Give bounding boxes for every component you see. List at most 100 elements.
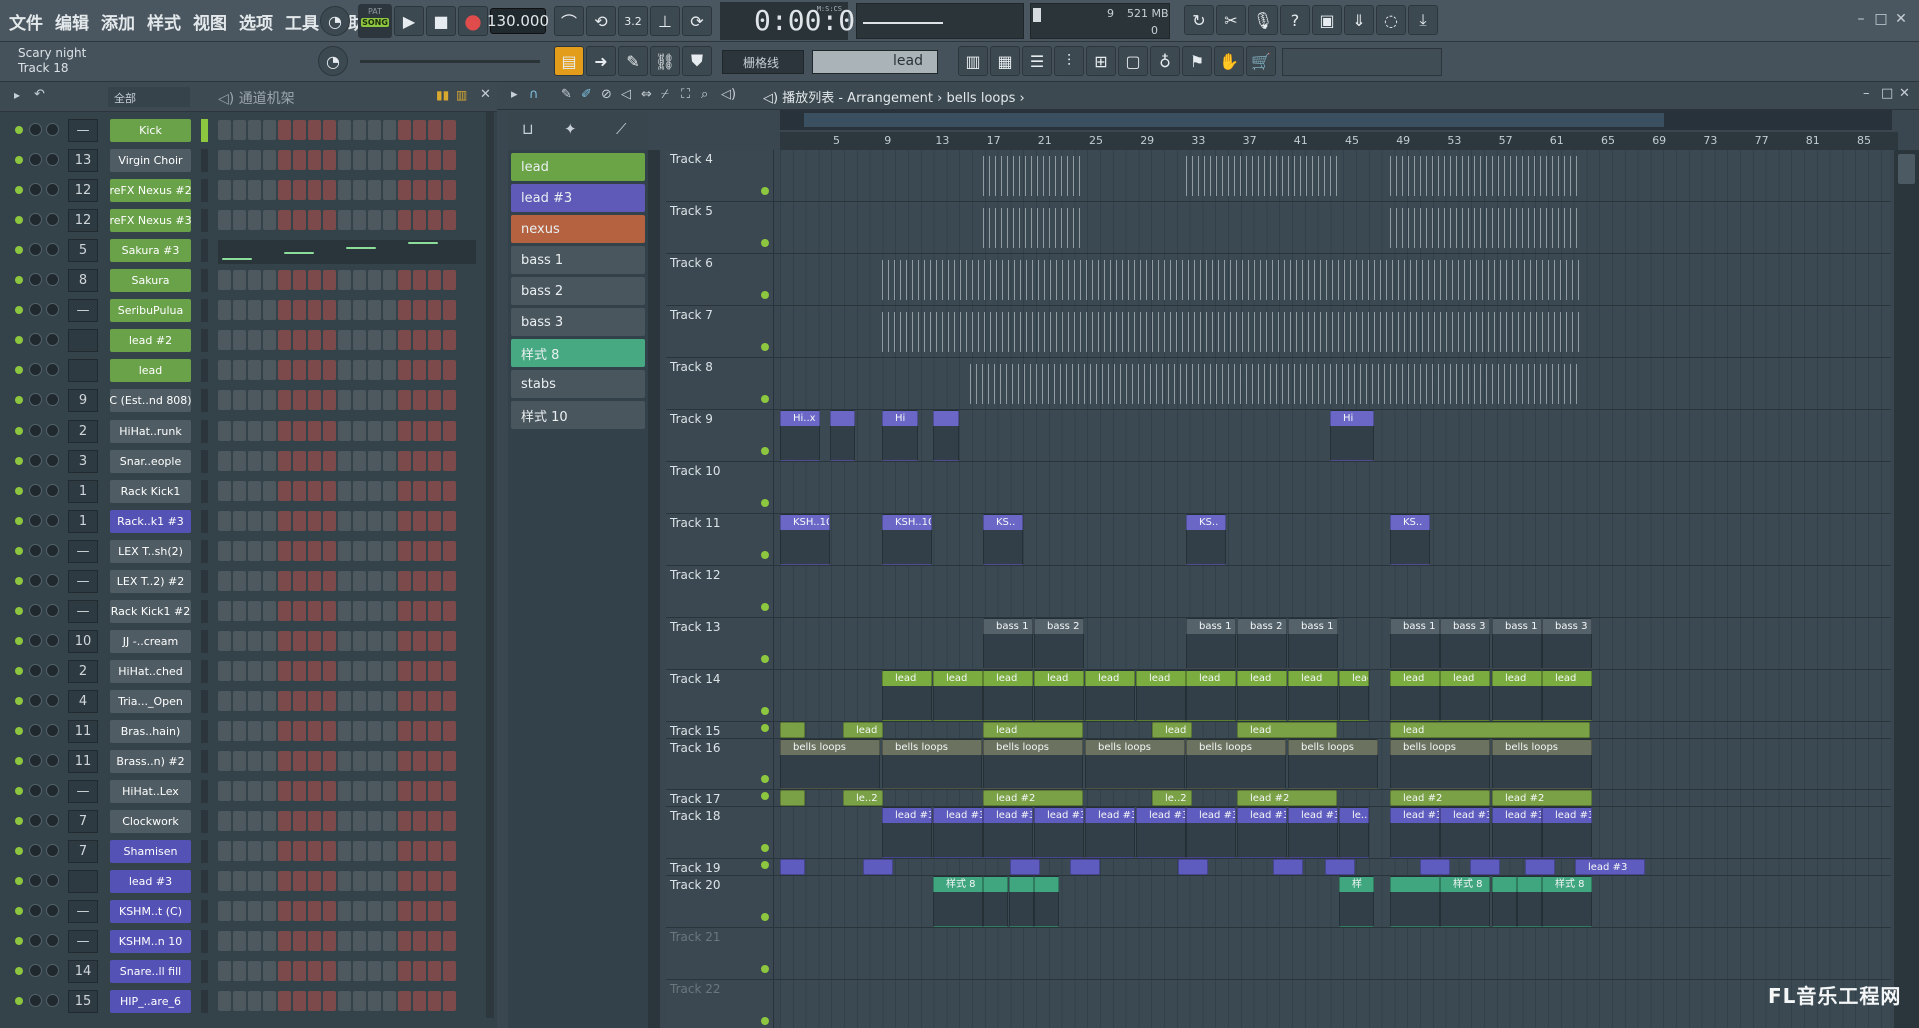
channel-mute-led[interactable] xyxy=(15,486,23,495)
track-lane[interactable]: leadleadleadleadleadleadleadleadleadlead… xyxy=(780,670,1890,721)
zoom-tool-icon[interactable]: ⌕ xyxy=(701,87,708,102)
step-sequencer-row[interactable] xyxy=(218,781,456,802)
playlist-maximize-icon[interactable]: □ xyxy=(1881,86,1893,101)
channel-volume-knob[interactable] xyxy=(29,633,42,647)
channel-name-button[interactable]: Virgin Choir xyxy=(110,149,191,173)
playlist-clip[interactable]: lead #3 xyxy=(1186,807,1236,858)
channel-volume-knob[interactable] xyxy=(29,153,42,167)
playlist-track[interactable]: Track 11 KSH..10 KSH..10 KS.. KS.. KS.. xyxy=(666,514,1891,566)
channel-pan-knob[interactable] xyxy=(46,303,59,317)
track-header[interactable]: Track 19 xyxy=(666,859,774,875)
playlist-clip[interactable] xyxy=(983,876,1008,927)
playlist-vertical-scrollbar[interactable] xyxy=(1894,150,1919,1028)
channel-volume-knob[interactable] xyxy=(29,724,42,737)
channel-mute-led[interactable] xyxy=(15,366,23,375)
pattern-item[interactable]: 样式 8 xyxy=(511,339,645,367)
channel-mixer-track[interactable]: — xyxy=(68,569,98,593)
channel-mute-led[interactable] xyxy=(15,877,23,886)
channel-volume-knob[interactable] xyxy=(29,423,42,437)
channel-row[interactable]: 11 Bras..hain) xyxy=(0,716,478,746)
playlist-clip[interactable]: bells loops xyxy=(1085,739,1185,789)
rack-close-icon[interactable]: ✕ xyxy=(480,87,491,102)
playlist-clip[interactable] xyxy=(1034,876,1059,927)
playlist-clip[interactable]: le..2 xyxy=(843,790,883,806)
channel-name-button[interactable]: JJ -..cream xyxy=(110,629,191,653)
playlist-clip[interactable]: bells loops xyxy=(882,739,982,789)
track-header[interactable]: Track 14 xyxy=(666,670,774,721)
playlist-track[interactable]: Track 21 xyxy=(666,928,1891,980)
channel-name-button[interactable]: HIP_..are_6 xyxy=(110,990,191,1014)
channel-pan-knob[interactable] xyxy=(46,393,59,407)
channel-volume-knob[interactable] xyxy=(29,213,42,227)
track-enable-led[interactable] xyxy=(761,291,769,299)
track-lane[interactable] xyxy=(780,566,1890,617)
track-header[interactable]: Track 22 xyxy=(666,980,774,1028)
menu-item-5[interactable]: 选项 xyxy=(236,9,276,34)
channel-pan-knob[interactable] xyxy=(46,273,59,287)
channel-name-button[interactable]: Bras..hain) xyxy=(110,720,191,743)
channel-mute-led[interactable] xyxy=(15,997,23,1006)
channel-row[interactable]: 12 reFX Nexus #2 xyxy=(0,175,478,205)
pattern-item[interactable]: lead #3 xyxy=(511,184,645,212)
channel-mixer-track[interactable]: 1 xyxy=(68,509,98,533)
channel-row[interactable]: 7 Clockwork xyxy=(0,806,478,836)
channel-mute-led[interactable] xyxy=(15,516,23,525)
channel-select-indicator[interactable] xyxy=(201,810,208,834)
channel-name-button[interactable]: Shamisen xyxy=(110,840,191,864)
playlist-clip[interactable] xyxy=(1010,859,1040,875)
download-icon[interactable]: ⤓ xyxy=(1408,5,1438,35)
step-sequencer-row[interactable] xyxy=(218,871,456,892)
playlist-clip[interactable]: bells loops xyxy=(780,739,880,789)
playlist-clip[interactable]: bells loops xyxy=(1186,739,1286,789)
track-enable-led[interactable] xyxy=(761,775,769,783)
channel-row[interactable]: 9 C (Est..nd 808) xyxy=(0,385,478,415)
playlist-clip[interactable] xyxy=(1009,876,1034,927)
channel-name-button[interactable]: lead xyxy=(110,359,191,383)
channel-volume-knob[interactable] xyxy=(29,363,42,377)
playlist-clip[interactable]: 样式 8 xyxy=(933,876,983,927)
playlist-track[interactable]: Track 4 xyxy=(666,150,1891,202)
playlist-clip[interactable]: bass 1 xyxy=(1186,618,1236,669)
channel-mixer-track[interactable]: 10 xyxy=(68,629,98,653)
channel-pan-knob[interactable] xyxy=(46,844,59,858)
step-sequencer-row[interactable] xyxy=(218,180,456,201)
channel-pan-knob[interactable] xyxy=(46,934,59,948)
channel-name-button[interactable]: Rack Kick1 #2 xyxy=(110,599,191,623)
track-header[interactable]: Track 6 xyxy=(666,254,774,305)
channel-row[interactable]: 13 Virgin Choir xyxy=(0,145,478,175)
track-header[interactable]: Track 13 xyxy=(666,618,774,669)
channel-row[interactable]: 5 Sakura #3 xyxy=(0,235,478,265)
rack-undo-icon[interactable]: ↶ xyxy=(34,87,45,102)
track-header[interactable]: Track 12 xyxy=(666,566,774,617)
playlist-clip[interactable] xyxy=(1420,859,1450,875)
channel-mixer-track[interactable]: 1 xyxy=(68,479,98,503)
channel-select-indicator[interactable] xyxy=(201,419,208,443)
rack-scrollbar[interactable] xyxy=(486,112,494,1018)
channel-mixer-track[interactable]: 13 xyxy=(68,149,98,173)
channel-select-indicator[interactable] xyxy=(201,750,208,774)
track-header[interactable]: Track 7 xyxy=(666,306,774,357)
channel-mute-led[interactable] xyxy=(15,636,23,645)
track-lane[interactable] xyxy=(780,254,1890,305)
pat-song-toggle[interactable]: PAT SONG xyxy=(358,4,392,38)
channel-mute-led[interactable] xyxy=(15,186,23,195)
track-lane[interactable] xyxy=(780,462,1890,513)
track-header[interactable]: Track 10 xyxy=(666,462,774,513)
track-lane[interactable] xyxy=(780,980,1890,1028)
playlist-track[interactable]: Track 17 le..2 lead #2 le..2 lead #2 lead #2 l… xyxy=(666,790,1891,807)
channel-row[interactable]: — HiHat..Lex xyxy=(0,776,478,806)
metronome-icon[interactable]: ⌒ xyxy=(554,6,584,36)
channel-volume-knob[interactable] xyxy=(29,934,42,948)
playlist-minimize-icon[interactable]: – xyxy=(1863,86,1870,101)
channel-select-indicator[interactable] xyxy=(201,930,208,954)
channel-mute-led[interactable] xyxy=(15,126,23,134)
track-lane[interactable]: 样式 8 样 样式 8 样式 8 xyxy=(780,876,1890,927)
pattern-item[interactable]: lead xyxy=(511,153,645,181)
shop-icon[interactable]: 🛒 xyxy=(1246,46,1276,76)
mixer-icon[interactable]: ⫶ xyxy=(1054,46,1084,76)
playlist-clip[interactable]: lead xyxy=(1390,670,1440,721)
render-icon[interactable]: ⇓ xyxy=(1344,5,1374,35)
channel-select-indicator[interactable] xyxy=(201,659,208,683)
playlist-clip[interactable]: lead #2 xyxy=(983,790,1083,806)
pencil-icon[interactable]: ✎ xyxy=(618,46,648,76)
